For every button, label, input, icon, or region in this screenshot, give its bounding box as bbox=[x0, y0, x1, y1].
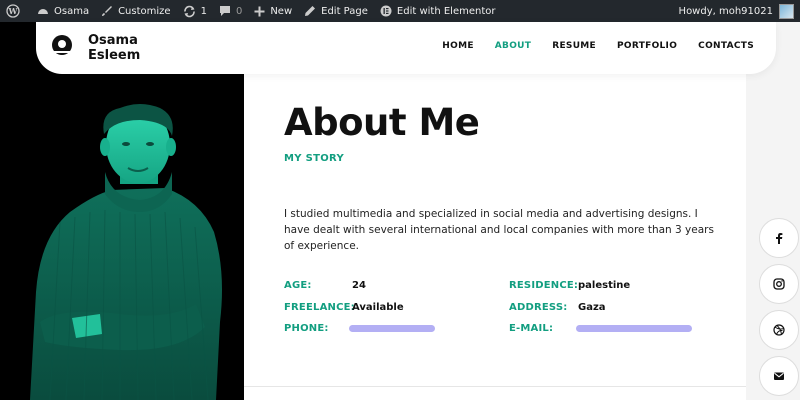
comments-count: 0 bbox=[235, 5, 243, 17]
plus-icon bbox=[254, 6, 265, 16]
nav-portfolio[interactable]: PORTFOLIO bbox=[617, 41, 677, 51]
edit-elementor-label: Edit with Elementor bbox=[396, 5, 496, 17]
facebook-icon bbox=[776, 233, 783, 244]
site-name-label: Osama bbox=[54, 5, 90, 17]
nav-resume[interactable]: RESUME bbox=[552, 41, 596, 51]
account-menu[interactable]: Howdy, moh91021 bbox=[673, 0, 800, 22]
age-label: AGE: bbox=[284, 280, 312, 291]
email-label: E-MAIL: bbox=[509, 323, 554, 334]
dribbble-icon bbox=[773, 324, 785, 336]
new-content-button[interactable]: New bbox=[248, 0, 298, 22]
main-nav: HOME ABOUT RESUME PORTFOLIO CONTACTS bbox=[421, 41, 754, 51]
wordpress-logo-button[interactable]: W bbox=[0, 0, 31, 22]
site-name-button[interactable]: Osama bbox=[31, 0, 95, 22]
howdy-label: Howdy, moh91021 bbox=[678, 5, 773, 17]
phone-label: PHONE: bbox=[284, 323, 329, 334]
wordpress-icon: W bbox=[6, 4, 20, 18]
edit-elementor-button[interactable]: Edit with Elementor bbox=[374, 0, 502, 22]
site-logo-text[interactable]: Osama Esleem bbox=[88, 33, 140, 63]
svg-text:W: W bbox=[8, 6, 19, 16]
page-subtitle: MY STORY bbox=[284, 153, 344, 164]
email-button[interactable] bbox=[759, 356, 799, 396]
instagram-icon bbox=[773, 278, 785, 290]
nav-contacts[interactable]: CONTACTS bbox=[698, 41, 754, 51]
elementor-icon bbox=[380, 5, 392, 17]
comment-icon bbox=[219, 6, 230, 16]
facebook-button[interactable] bbox=[759, 218, 799, 258]
customize-button[interactable]: Customize bbox=[95, 0, 177, 22]
new-label: New bbox=[270, 5, 293, 17]
bio-paragraph: I studied multimedia and specialized in … bbox=[284, 208, 714, 252]
edit-page-button[interactable]: Edit Page bbox=[298, 0, 374, 22]
updates-button[interactable]: 1 bbox=[177, 0, 213, 22]
site-logo-icon[interactable] bbox=[50, 34, 74, 58]
dribbble-button[interactable] bbox=[759, 310, 799, 350]
age-value: 24 bbox=[352, 280, 366, 291]
address-label: ADDRESS: bbox=[509, 302, 568, 313]
residence-label: RESIDENCE: bbox=[509, 280, 579, 291]
dashboard-icon bbox=[38, 9, 48, 14]
address-value: Gaza bbox=[578, 302, 606, 313]
logo-first-name: Osama bbox=[88, 33, 138, 48]
nav-home[interactable]: HOME bbox=[442, 41, 474, 51]
updates-count: 1 bbox=[200, 5, 207, 17]
customize-label: Customize bbox=[118, 5, 171, 17]
brush-icon bbox=[102, 6, 113, 16]
nav-about[interactable]: ABOUT bbox=[495, 41, 531, 51]
section-divider bbox=[244, 386, 746, 387]
site-header: Osama Esleem HOME ABOUT RESUME PORTFOLIO… bbox=[36, 22, 776, 74]
profile-photo bbox=[0, 22, 244, 400]
email-icon bbox=[774, 372, 784, 380]
email-value-redacted bbox=[576, 325, 692, 332]
freelance-label: FREELANCE: bbox=[284, 302, 355, 313]
logo-last-name: Esleem bbox=[88, 48, 141, 63]
freelance-value: Available bbox=[352, 302, 404, 313]
wp-admin-bar: W Osama Customize 1 0 New Edit Page Edit… bbox=[0, 0, 800, 22]
residence-value: palestine bbox=[578, 280, 631, 291]
instagram-button[interactable] bbox=[759, 264, 799, 304]
comments-button[interactable]: 0 bbox=[213, 0, 248, 22]
phone-value-redacted bbox=[349, 325, 435, 332]
pencil-icon bbox=[305, 6, 316, 16]
edit-page-label: Edit Page bbox=[321, 5, 368, 17]
person-figure-image bbox=[30, 104, 222, 400]
page-title: About Me bbox=[284, 101, 480, 144]
updates-icon bbox=[183, 5, 195, 17]
avatar bbox=[779, 3, 794, 19]
